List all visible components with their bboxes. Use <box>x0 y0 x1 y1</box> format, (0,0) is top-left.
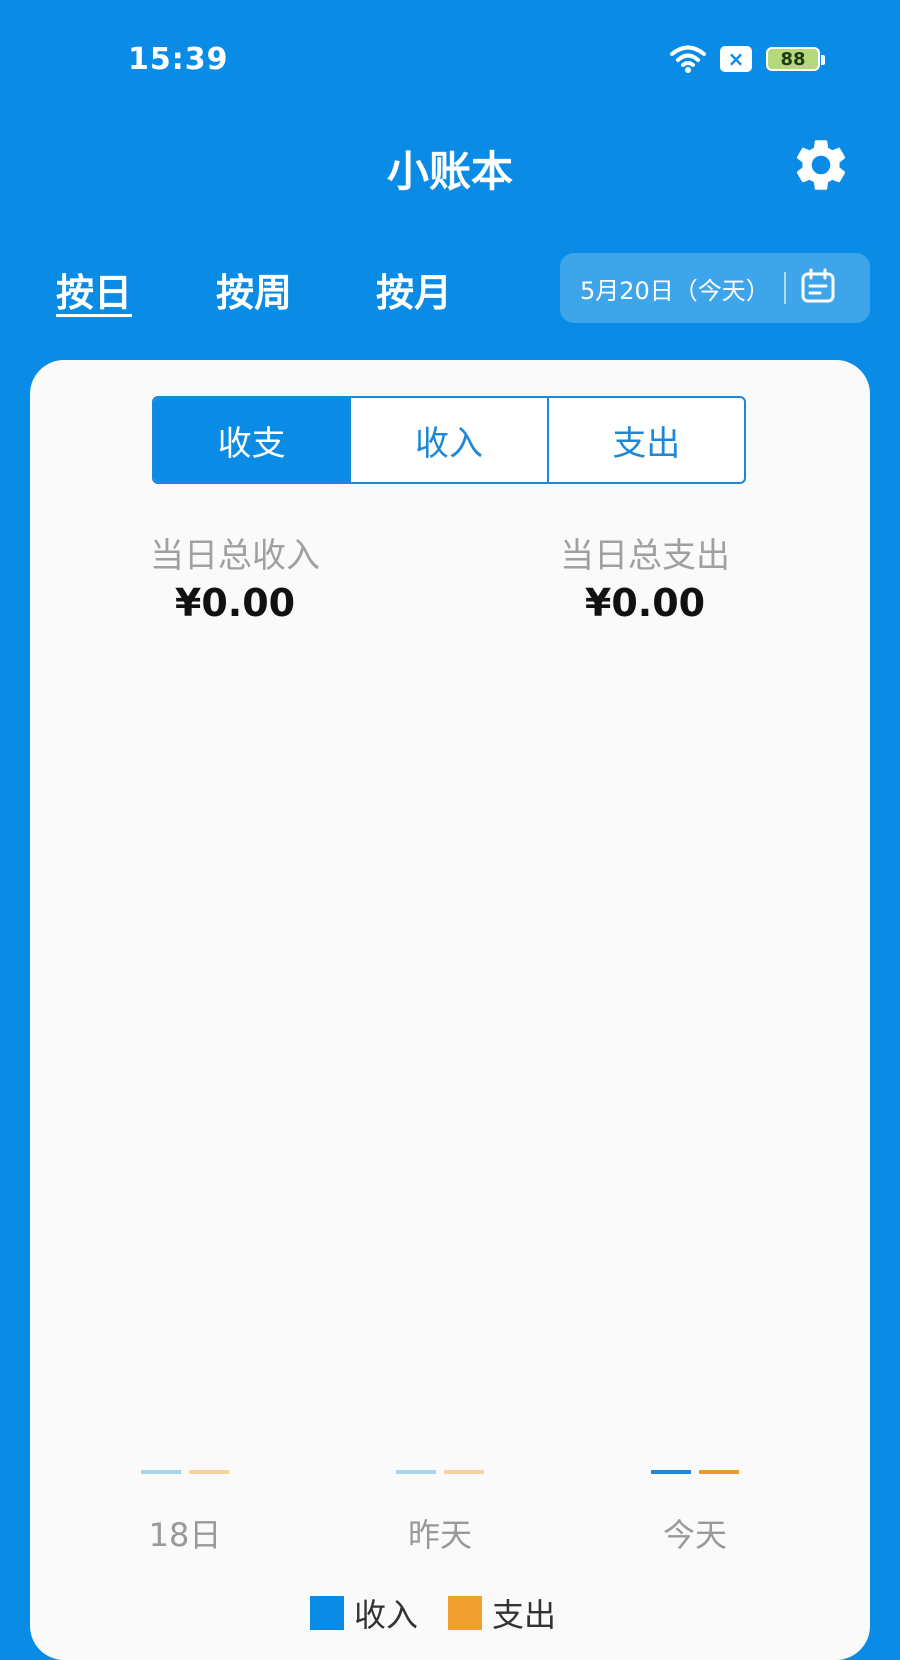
segment-income-expense[interactable]: 收支 <box>154 398 350 482</box>
x-tick-label: 18日 <box>148 1516 222 1554</box>
app-title: 小账本 <box>386 147 513 196</box>
tab-by-week[interactable]: 按周 <box>216 262 292 317</box>
status-icons: × 88 <box>670 44 825 74</box>
expense-value: ¥0.00 <box>584 581 706 625</box>
battery-icon: 88 <box>766 47 825 71</box>
main-card: 收支 收入 支出 当日总收入 ¥0.00 当日总支出 ¥0.00 18日 昨天 今天… <box>30 360 870 1660</box>
segment-income[interactable]: 收入 <box>349 398 546 482</box>
segment-expense[interactable]: 支出 <box>546 398 744 482</box>
legend-swatch-income <box>310 1596 344 1630</box>
bar-income-2 <box>651 1470 691 1474</box>
x-tick-label: 今天 <box>662 1516 727 1554</box>
date-label: 5月20日（今天） <box>580 276 770 305</box>
legend-label-income: 收入 <box>354 1596 419 1634</box>
bar-expense-1 <box>444 1470 484 1474</box>
sim-x-icon: × <box>720 46 752 72</box>
date-picker[interactable]: 5月20日（今天） <box>560 253 870 323</box>
bar-expense-2 <box>699 1470 739 1474</box>
legend-expense: 支出 <box>448 1590 556 1636</box>
x-tick-label: 昨天 <box>407 1516 472 1554</box>
type-segment: 收支 收入 支出 <box>152 396 746 484</box>
battery-level: 88 <box>780 48 806 70</box>
chart-legend: 收入 支出 <box>310 1590 556 1636</box>
tab-by-month[interactable]: 按月 <box>376 262 452 317</box>
legend-swatch-expense <box>448 1596 483 1630</box>
wifi-icon <box>670 44 706 74</box>
gear-icon[interactable] <box>790 134 852 196</box>
legend-label-expense: 支出 <box>492 1596 557 1634</box>
legend-income: 收入 <box>310 1590 418 1636</box>
bar-expense-0 <box>189 1470 229 1474</box>
tab-by-day[interactable]: 按日 <box>56 262 132 317</box>
calendar-icon[interactable] <box>800 268 836 308</box>
income-value: ¥0.00 <box>174 581 296 625</box>
status-time: 15:39 <box>128 42 229 77</box>
income-label: 当日总收入 <box>150 536 320 576</box>
expense-summary: 当日总支出 ¥0.00 <box>535 528 755 625</box>
date-divider <box>783 272 786 304</box>
expense-label: 当日总支出 <box>560 536 730 576</box>
income-summary: 当日总收入 ¥0.00 <box>125 528 345 625</box>
bar-income-0 <box>141 1470 181 1474</box>
status-bar: 15:39 × 88 <box>0 0 900 120</box>
bar-income-1 <box>396 1470 436 1474</box>
